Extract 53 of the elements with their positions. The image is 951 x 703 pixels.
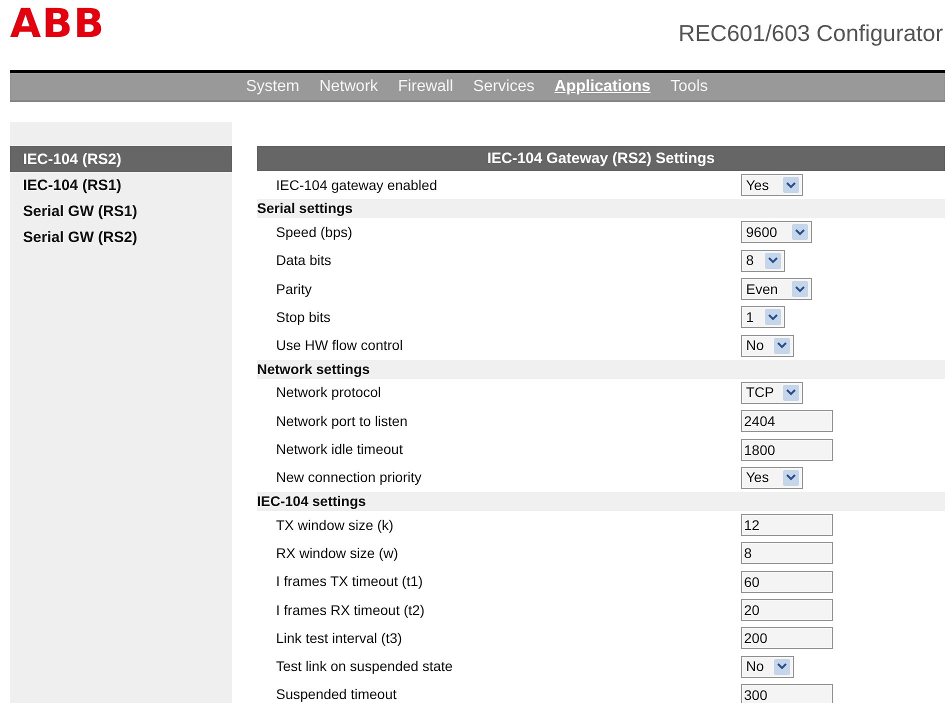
field-label: RX window size (w) [275, 544, 400, 563]
field-label: I frames TX timeout (t1) [275, 572, 424, 592]
field-label: Network port to listen [275, 412, 408, 431]
field-label: Test link on suspended state [275, 657, 454, 676]
field-label: TX window size (k) [275, 516, 394, 535]
section-heading: Serial settings [257, 199, 945, 218]
field-label: Data bits [275, 251, 332, 270]
sidebar-item[interactable]: IEC-104 (RS2) [10, 146, 232, 172]
input-field[interactable]: 200 [741, 627, 833, 650]
caret-icon [792, 224, 808, 240]
caret-icon [765, 252, 781, 269]
app-title: REC601/603 Configurator [678, 19, 943, 48]
input-field[interactable]: 1800 [741, 438, 833, 461]
caret-icon [774, 338, 790, 354]
sidebar-item[interactable]: IEC-104 (RS1) [10, 172, 232, 198]
caret-icon [783, 470, 799, 486]
field-label: I frames RX timeout (t2) [275, 600, 426, 620]
dropdown[interactable]: Yes [741, 174, 803, 196]
input-field[interactable]: 2404 [741, 410, 833, 432]
input-field[interactable]: 300 [741, 684, 833, 703]
section-heading: Network settings [257, 360, 945, 379]
caret-icon [783, 177, 799, 194]
input-field[interactable]: 60 [741, 570, 833, 593]
field-label: Parity [275, 280, 313, 299]
field-label: Network protocol [275, 383, 382, 402]
field-label: Suspended timeout [275, 685, 398, 703]
dropdown[interactable]: TCP [741, 382, 803, 404]
caret-icon [783, 384, 799, 401]
dropdown[interactable]: Yes [741, 466, 803, 489]
input-field[interactable]: 12 [741, 514, 833, 536]
caret-icon [765, 309, 781, 326]
input-field[interactable]: 20 [741, 599, 833, 621]
caret-icon [792, 281, 808, 298]
panel-title: IEC-104 Gateway (RS2) Settings [257, 146, 945, 171]
field-label: Speed (bps) [275, 222, 354, 242]
section-heading: IEC-104 settings [257, 492, 945, 511]
dropdown[interactable]: No [741, 334, 794, 357]
sidebar-item[interactable]: Serial GW (RS2) [10, 224, 232, 250]
logo: ABB [10, 4, 105, 44]
dropdown[interactable]: 1 [741, 306, 785, 328]
sidebar-item[interactable]: Serial GW (RS1) [10, 198, 232, 224]
field-label: Link test interval (t3) [275, 628, 404, 648]
field-label: Use HW flow control [275, 336, 404, 356]
caret-icon [774, 658, 790, 675]
dropdown[interactable]: 9600 [741, 221, 812, 244]
field-label: New connection priority [275, 468, 423, 488]
dropdown[interactable]: Even [741, 278, 812, 300]
dropdown[interactable]: 8 [741, 250, 785, 272]
input-field[interactable]: 8 [741, 542, 833, 564]
field-label: Stop bits [275, 308, 332, 327]
field-label: Network idle timeout [275, 440, 404, 460]
field-label: IEC-104 gateway enabled [275, 176, 438, 195]
dropdown[interactable]: No [741, 656, 794, 678]
